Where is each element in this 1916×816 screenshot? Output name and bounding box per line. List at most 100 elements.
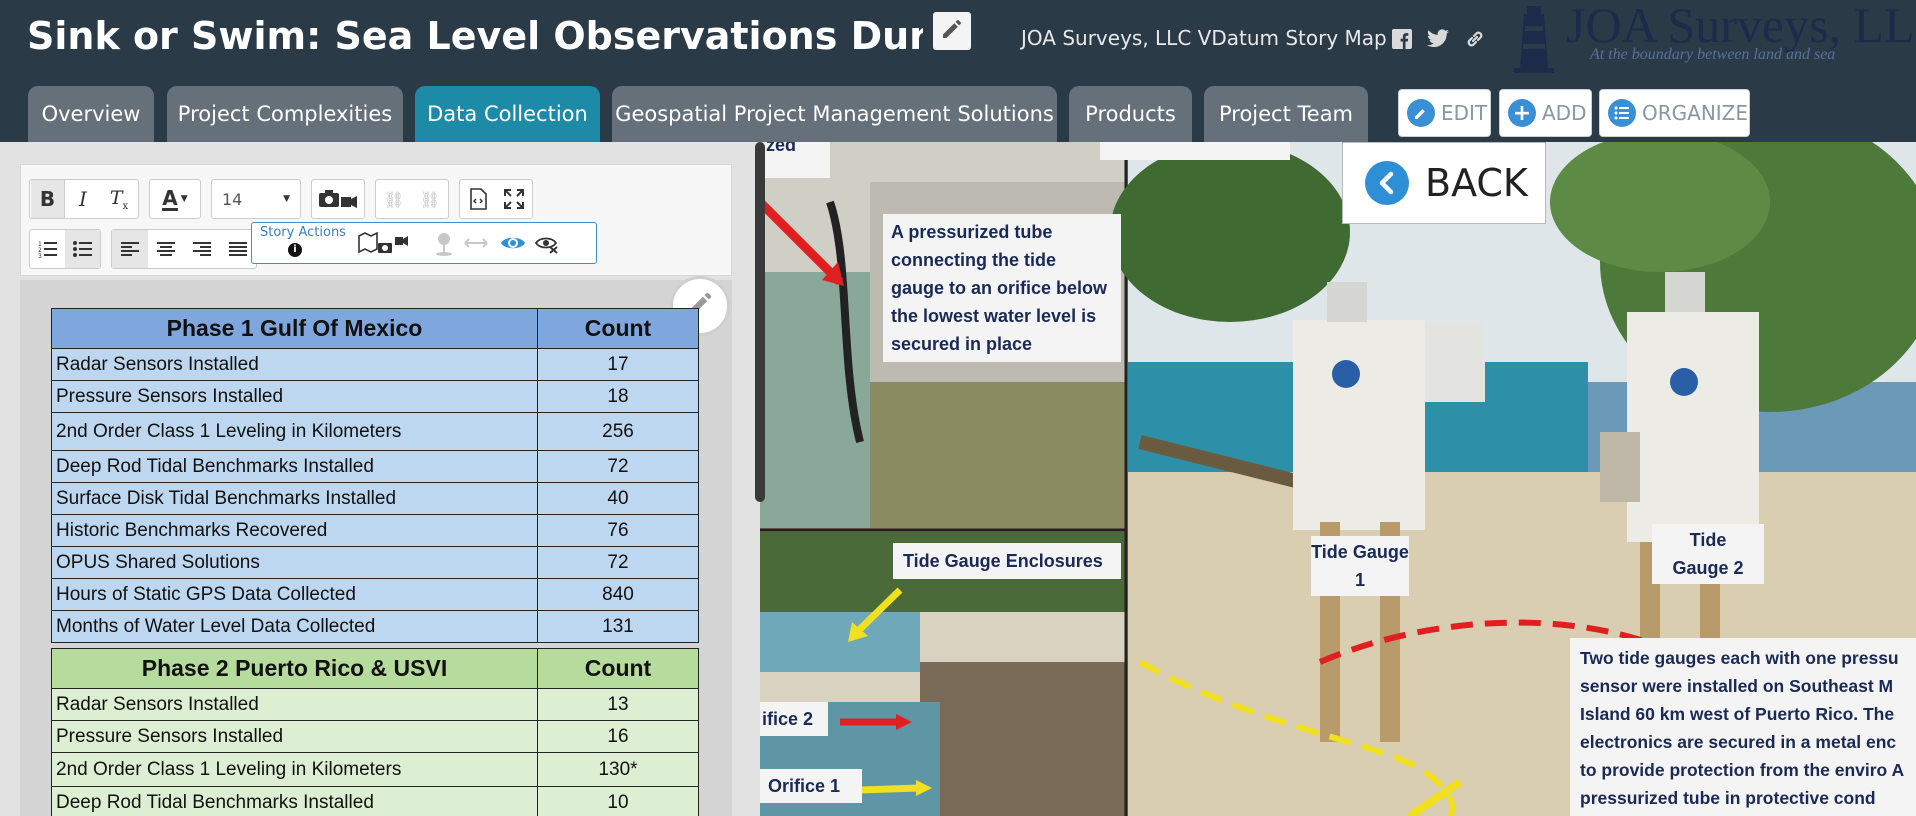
table-row: Deep Rod Tidal Benchmarks Installed 72 <box>51 450 699 483</box>
align-right-icon[interactable] <box>184 230 220 268</box>
font-color-icon: A <box>162 185 178 211</box>
row-label: Deep Rod Tidal Benchmarks Installed <box>51 786 538 816</box>
tab-products[interactable]: Products <box>1069 86 1192 142</box>
row-label: 2nd Order Class 1 Leveling in Kilometers <box>51 752 538 787</box>
row-count: 256 <box>537 412 699 451</box>
facebook-icon[interactable] <box>1390 27 1414 51</box>
row-label: Surface Disk Tidal Benchmarks Installed <box>51 482 538 515</box>
builder-organize-button[interactable]: ORGANIZE <box>1599 89 1750 137</box>
row-label: Deep Rod Tidal Benchmarks Installed <box>51 450 538 483</box>
edit-icon <box>940 17 964 45</box>
row-label: Historic Benchmarks Recovered <box>51 514 538 547</box>
row-label: Months of Water Level Data Collected <box>51 610 538 643</box>
plus-icon: + <box>1508 99 1536 127</box>
phase1-heading: Phase 1 Gulf Of Mexico <box>51 308 538 349</box>
row-count: 131 <box>537 610 699 643</box>
table-row: 2nd Order Class 1 Leveling in Kilometers… <box>51 752 699 787</box>
arrows-icon[interactable] <box>464 235 488 255</box>
phase2-table: Phase 2 Puerto Rico & USVI Count Radar S… <box>51 648 699 816</box>
info-icon[interactable]: i <box>288 243 302 257</box>
count-heading: Count <box>537 648 699 689</box>
builder-edit-button[interactable]: EDIT <box>1398 89 1491 137</box>
bold-icon[interactable]: B <box>31 180 65 218</box>
pin-icon[interactable] <box>434 231 454 261</box>
twitter-icon[interactable] <box>1426 27 1450 51</box>
table-row: Radar Sensors Installed 17 <box>51 348 699 381</box>
font-color-button[interactable]: A ▼ <box>149 179 201 219</box>
row-count: 72 <box>537 450 699 483</box>
tab-project-team[interactable]: Project Team <box>1204 86 1368 142</box>
edit-title-button[interactable] <box>933 12 971 50</box>
callout-orifice-1: Orifice 1 <box>760 769 862 803</box>
eye-icon[interactable] <box>500 233 526 257</box>
callout-strip <box>1100 142 1290 160</box>
link-icon[interactable] <box>1463 27 1487 51</box>
tab-data-collection[interactable]: Data Collection <box>415 86 600 142</box>
phase1-table: Phase 1 Gulf Of Mexico Count Radar Senso… <box>51 308 699 643</box>
narrative-scrollbar[interactable] <box>755 142 765 502</box>
builder-add-label: ADD <box>1542 101 1587 125</box>
alignment-group <box>111 229 257 269</box>
row-count: 72 <box>537 546 699 579</box>
row-label: 2nd Order Class 1 Leveling in Kilometers <box>51 412 538 451</box>
media-panel: zed A pressurized tube connecting the ti… <box>760 142 1916 816</box>
back-chevron-icon <box>1365 161 1409 205</box>
tab-overview[interactable]: Overview <box>28 86 154 142</box>
story-title: Sink or Swim: Sea Level Observations Dur… <box>27 14 923 58</box>
row-label: Radar Sensors Installed <box>51 688 538 721</box>
tab-project-complexities[interactable]: Project Complexities <box>167 86 403 142</box>
hide-icon[interactable] <box>534 234 560 258</box>
builder-organize-label: ORGANIZE <box>1642 101 1749 125</box>
row-count: 16 <box>537 720 699 753</box>
logo-tagline: At the boundary between land and sea <box>1590 46 1836 63</box>
callout-orifice-2: ifice 2 <box>760 702 828 736</box>
story-subtitle: JOA Surveys, LLC VDatum Story Map <box>1021 26 1387 50</box>
row-label: Radar Sensors Installed <box>51 348 538 381</box>
row-label: Hours of Static GPS Data Collected <box>51 578 538 611</box>
text-style-group: B I Tx <box>29 179 139 219</box>
company-logo: JOA Surveys, LLC At the boundary between… <box>1510 0 1916 76</box>
align-left-icon[interactable] <box>112 230 148 268</box>
list-icon <box>1608 99 1636 127</box>
row-label: OPUS Shared Solutions <box>51 546 538 579</box>
source-icon[interactable] <box>460 180 496 218</box>
view-group <box>459 179 533 219</box>
table-row: OPUS Shared Solutions 72 <box>51 546 699 579</box>
camera-icon <box>319 190 357 208</box>
table-row: Months of Water Level Data Collected 131 <box>51 610 699 643</box>
svg-text:3: 3 <box>38 253 42 258</box>
table-row: Surface Disk Tidal Benchmarks Installed 4… <box>51 482 699 515</box>
link-group: ⛓ ⛓ <box>375 179 449 219</box>
font-size-select[interactable]: 14 ▼ <box>211 179 301 219</box>
italic-icon[interactable]: I <box>65 180 101 218</box>
ordered-list-icon[interactable]: 123 <box>30 230 65 268</box>
list-group: 123 <box>29 229 101 269</box>
story-actions-label: Story Actions <box>260 225 346 240</box>
table-row: Pressure Sensors Installed 16 <box>51 720 699 753</box>
builder-add-button[interactable]: + ADD <box>1499 89 1592 137</box>
table-header-row: Phase 2 Puerto Rico & USVI Count <box>51 648 699 689</box>
tab-geospatial-project-management-solutions[interactable]: Geospatial Project Management Solutions <box>612 86 1057 142</box>
row-count: 17 <box>537 348 699 381</box>
clear-format-icon[interactable]: Tx <box>101 180 137 218</box>
table-row: Hours of Static GPS Data Collected 840 <box>51 578 699 611</box>
story-actions-group: Story Actions i <box>251 222 597 264</box>
map-media-icon[interactable] <box>358 231 410 261</box>
row-label: Pressure Sensors Installed <box>51 380 538 413</box>
phase2-heading: Phase 2 Puerto Rico & USVI <box>51 648 538 689</box>
back-label: BACK <box>1425 161 1528 205</box>
callout-description: Two tide gauges each with one pressu sen… <box>1570 638 1916 816</box>
callout-tide-gauge-enclosures: Tide Gauge Enclosures <box>893 543 1121 579</box>
callout-tide-gauge-2: Tide Gauge 2 <box>1652 524 1764 584</box>
unlink-icon[interactable]: ⛓ <box>412 180 448 218</box>
back-button[interactable]: BACK <box>1342 142 1546 224</box>
bullet-list-icon[interactable] <box>65 230 100 268</box>
fullscreen-icon[interactable] <box>496 180 532 218</box>
row-count: 840 <box>537 578 699 611</box>
link-icon[interactable]: ⛓ <box>376 180 412 218</box>
row-count: 10 <box>537 786 699 816</box>
edit-icon <box>1407 99 1435 127</box>
align-center-icon[interactable] <box>148 230 184 268</box>
insert-media-button[interactable] <box>311 179 365 219</box>
callout-pressurized-tube: A pressurized tube connecting the tide g… <box>883 214 1121 362</box>
